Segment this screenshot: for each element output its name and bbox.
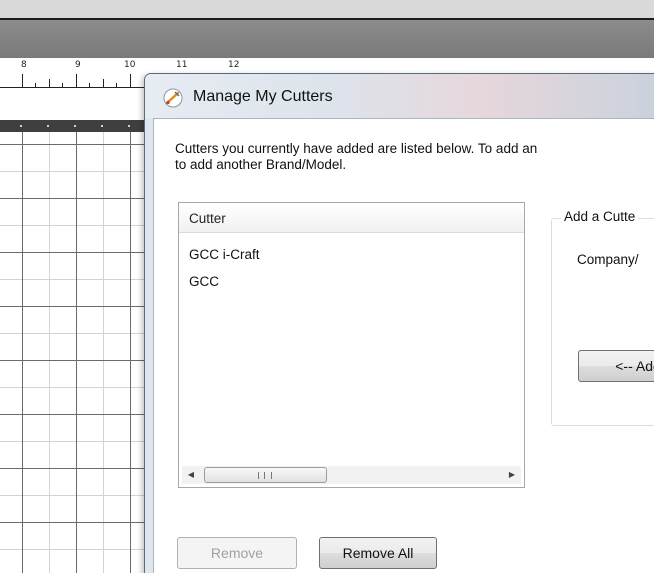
list-item[interactable]: GCC i-Craft [189, 247, 260, 262]
ruler-tick [130, 74, 131, 88]
ruler-tick [103, 79, 104, 88]
ruler-tick [49, 79, 50, 88]
ruler-label: 9 [75, 60, 81, 70]
ruler-tick [35, 83, 36, 88]
remove-button[interactable]: Remove [177, 537, 297, 569]
app-toolbar [0, 20, 654, 58]
app-logo-icon [163, 88, 183, 108]
thumb-grip-icon [258, 472, 272, 479]
company-label: Company/ [577, 252, 639, 267]
horizontal-scrollbar[interactable]: ◀ ▶ [182, 466, 521, 484]
scroll-right-icon[interactable]: ▶ [503, 466, 521, 484]
ruler-tick [22, 74, 23, 88]
dialog-titlebar[interactable]: Manage My Cutters [145, 74, 654, 118]
ruler-dot [74, 125, 76, 127]
manage-cutters-dialog: Manage My Cutters Cutters you currently … [144, 73, 654, 573]
vertical-ruler-strip [0, 120, 160, 132]
design-canvas-grid[interactable] [0, 132, 160, 573]
ruler-label: 11 [176, 60, 188, 70]
scrollbar-thumb[interactable] [204, 467, 327, 483]
ruler-tick [89, 83, 90, 88]
ruler-dot [20, 125, 22, 127]
ruler-label: 8 [21, 60, 27, 70]
instructions-text: Cutters you currently have added are lis… [175, 141, 654, 173]
add-cutter-group-title: Add a Cutte [561, 209, 639, 224]
ruler-dot [101, 125, 103, 127]
cutter-column-header[interactable]: Cutter [179, 203, 524, 233]
ruler-tick [116, 83, 117, 88]
remove-all-button[interactable]: Remove All [319, 537, 437, 569]
dialog-title: Manage My Cutters [193, 88, 333, 105]
cutter-column-label: Cutter [189, 211, 226, 226]
add-cutter-groupbox [551, 218, 654, 426]
scroll-left-icon[interactable]: ◀ [182, 466, 200, 484]
ruler-tick [76, 74, 77, 88]
dialog-content: Cutters you currently have added are lis… [153, 118, 654, 573]
add-cutter-button[interactable]: <-- Add [578, 350, 654, 382]
cutter-list[interactable]: Cutter GCC i-Craft GCC ◀ ▶ [178, 202, 525, 488]
instructions-line-2: to add another Brand/Model. [175, 157, 347, 172]
ruler-label: 10 [124, 60, 136, 70]
instructions-line-1: Cutters you currently have added are lis… [175, 141, 538, 156]
list-item[interactable]: GCC [189, 274, 219, 289]
ruler-tick [62, 83, 63, 88]
app-window-top [0, 0, 654, 18]
ruler-label: 12 [228, 60, 240, 70]
ruler-dot [128, 125, 130, 127]
ruler-dot [47, 125, 49, 127]
